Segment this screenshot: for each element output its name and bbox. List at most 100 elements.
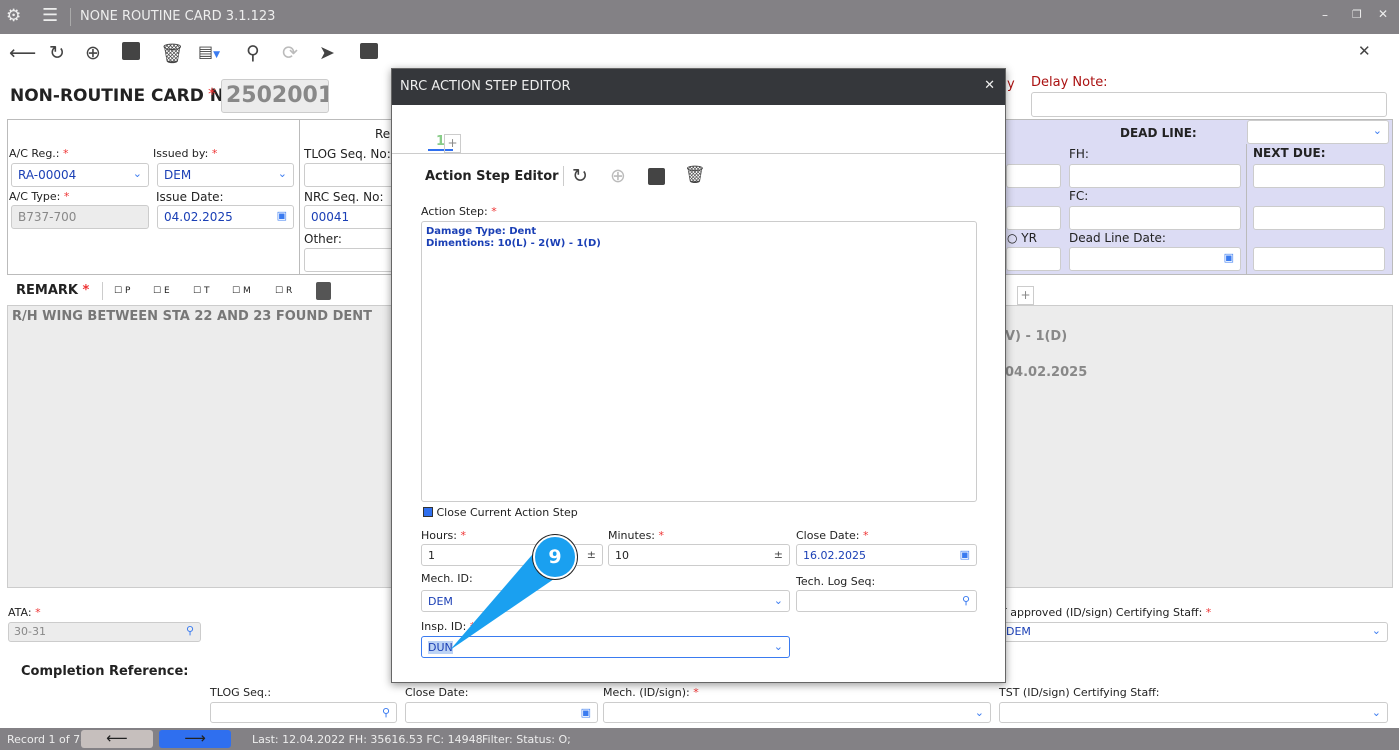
search-icon[interactable]: ⚲ xyxy=(186,624,194,637)
send-icon[interactable]: ➤ xyxy=(319,42,335,64)
completion-reference-title: Completion Reference: xyxy=(21,664,189,679)
back-arrow-icon[interactable]: ⟵ xyxy=(9,42,36,64)
dead-line-date-field[interactable]: ▣ xyxy=(1069,247,1241,271)
toolbar: ⟵ ↻ ⊕ 🗑 ▤▼ ⚲ ⟳ ➤ ✕ xyxy=(0,34,1399,70)
close-date-field[interactable]: 16.02.2025 ▣ xyxy=(796,544,977,566)
ac-reg-label: A/C Reg.: * xyxy=(9,147,69,160)
editor-title: Action Step Editor xyxy=(425,169,559,184)
certifying-staff-select[interactable]: DEM ⌄ xyxy=(1000,622,1388,642)
dialog-close-button[interactable]: ✕ xyxy=(984,78,995,93)
delay-note-label: Delay Note: xyxy=(1031,75,1108,90)
chevron-down-icon: ⌄ xyxy=(1372,124,1382,137)
tech-log-label: Tech. Log Seq: xyxy=(796,575,876,588)
add-icon[interactable]: ⊕ xyxy=(610,165,626,187)
chevron-down-icon: ⌄ xyxy=(1371,624,1381,637)
issue-date-label: Issue Date: xyxy=(156,190,224,204)
check-r[interactable]: ☐ R xyxy=(275,286,292,296)
issued-by-select[interactable]: DEM ⌄ xyxy=(157,163,294,187)
ac-reg-select[interactable]: RA-00004 ⌄ xyxy=(11,163,149,187)
clipboard-edit-icon[interactable] xyxy=(316,282,331,300)
sync-icon[interactable]: ⟳ xyxy=(282,42,298,64)
check-m[interactable]: ☐ M xyxy=(232,286,251,296)
yr-radio[interactable]: ○ YR xyxy=(1007,231,1037,245)
dead-line-date-label: Dead Line Date: xyxy=(1069,231,1166,245)
next-due-fc-field[interactable] xyxy=(1253,206,1385,230)
next-record-button[interactable]: ⟶ xyxy=(159,730,231,748)
interval-fh-field[interactable] xyxy=(1006,164,1061,188)
search-icon[interactable]: ⚲ xyxy=(382,706,390,719)
search-icon[interactable]: ⚲ xyxy=(962,594,970,607)
status-bar: Record 1 of 78 ⟵ ⟶ Last: 12.04.2022 FH: … xyxy=(0,728,1399,750)
chevron-down-icon: ⌄ xyxy=(277,167,287,180)
ata-label: ATA: * xyxy=(8,606,41,619)
search-icon[interactable]: ⚲ xyxy=(246,42,260,64)
action-summary-line1: V) - 1(D) xyxy=(1005,329,1068,344)
completion-mech-select[interactable]: ⌄ xyxy=(603,702,991,723)
save-icon[interactable] xyxy=(648,168,665,185)
minutes-stepper[interactable]: 10 ± xyxy=(608,544,790,566)
menu-icon[interactable]: ☰ xyxy=(42,5,58,26)
check-p[interactable]: ☐ P xyxy=(114,286,130,296)
ata-field[interactable]: 30-31 ⚲ xyxy=(8,622,201,642)
completion-close-date-field[interactable]: ▣ xyxy=(405,702,598,723)
save-icon[interactable] xyxy=(122,42,140,60)
next-due-fh-field[interactable] xyxy=(1253,164,1385,188)
nrc-seq-label: NRC Seq. No: xyxy=(304,190,384,204)
tech-log-field[interactable]: ⚲ xyxy=(796,590,977,612)
add-tab-button[interactable]: + xyxy=(1017,286,1034,305)
action-summary-line2: 04.02.2025 xyxy=(1005,365,1088,380)
action-step-line: Dimentions: 10(L) - 2(W) - 1(D) xyxy=(426,238,601,249)
next-due-date-field[interactable] xyxy=(1253,247,1385,271)
other-field[interactable] xyxy=(304,248,394,272)
folder-icon[interactable] xyxy=(360,43,378,59)
add-icon[interactable]: ⊕ xyxy=(85,42,101,64)
calendar-icon[interactable]: ▣ xyxy=(277,209,287,222)
delay-note-field[interactable] xyxy=(1031,92,1387,117)
completion-mech-label: Mech. (ID/sign): * xyxy=(603,686,699,699)
restore-button[interactable]: ❐ xyxy=(1352,8,1362,21)
action-step-textarea[interactable]: Damage Type: Dent Dimentions: 10(L) - 2(… xyxy=(421,221,977,502)
callout-badge: 9 xyxy=(533,535,577,579)
tst-staff-select[interactable]: ⌄ xyxy=(999,702,1388,723)
previous-record-button[interactable]: ⟵ xyxy=(81,730,153,748)
chevron-down-icon: ⌄ xyxy=(1371,706,1381,719)
refresh-icon[interactable]: ↻ xyxy=(49,42,65,64)
refresh-icon[interactable]: ↻ xyxy=(572,165,588,187)
ac-type-label: A/C Type: * xyxy=(9,190,70,203)
delete-icon[interactable]: 🗑 xyxy=(160,42,184,65)
minimize-button[interactable]: – xyxy=(1322,8,1328,22)
reference-label: Re xyxy=(375,127,391,141)
interval-date-field[interactable] xyxy=(1006,247,1061,271)
completion-tlog-field[interactable]: ⚲ xyxy=(210,702,397,723)
add-step-tab-button[interactable]: + xyxy=(444,134,461,153)
check-t[interactable]: ☐ T xyxy=(193,286,209,296)
interval-fc-field[interactable] xyxy=(1006,206,1061,230)
nrc-seq-field[interactable]: 00041 xyxy=(304,205,394,229)
next-due-label: NEXT DUE: xyxy=(1253,146,1326,160)
check-e[interactable]: ☐ E xyxy=(153,286,170,296)
calendar-icon[interactable]: ▣ xyxy=(960,548,970,561)
dead-line-select[interactable]: ⌄ xyxy=(1247,120,1389,144)
calendar-icon[interactable]: ▣ xyxy=(1224,251,1234,264)
dead-line-label: DEAD LINE: xyxy=(1120,126,1197,140)
title-bar: ⚙ ☰ NONE ROUTINE CARD 3.1.123 – ❐ ✕ xyxy=(0,0,1399,34)
close-window-button[interactable]: ✕ xyxy=(1378,7,1388,21)
ac-type-field: B737-700 xyxy=(11,205,149,229)
tlog-seq-field[interactable] xyxy=(304,163,394,187)
chevron-down-icon: ⌄ xyxy=(773,594,783,607)
dead-line-fc-field[interactable] xyxy=(1069,206,1241,230)
chevron-down-icon: ⌄ xyxy=(773,640,783,653)
chevron-down-icon: ⌄ xyxy=(974,706,984,719)
filter-status: Filter: Status: O; xyxy=(482,733,571,746)
issue-date-field[interactable]: 04.02.2025 ▣ xyxy=(157,205,294,229)
close-icon[interactable]: ✕ xyxy=(1358,42,1371,60)
delete-icon[interactable]: 🗑 xyxy=(684,165,706,185)
stepper-icon[interactable]: ± xyxy=(774,548,783,561)
chevron-down-icon: ⌄ xyxy=(132,167,142,180)
calendar-icon[interactable]: ▣ xyxy=(581,706,591,719)
copy-dropdown-icon[interactable]: ▤▼ xyxy=(198,42,220,61)
issued-by-label: Issued by: * xyxy=(153,147,218,160)
dead-line-fh-field[interactable] xyxy=(1069,164,1241,188)
completion-close-date-label: Close Date: xyxy=(405,686,469,699)
close-step-checkbox[interactable]: Close Current Action Step xyxy=(423,506,578,519)
